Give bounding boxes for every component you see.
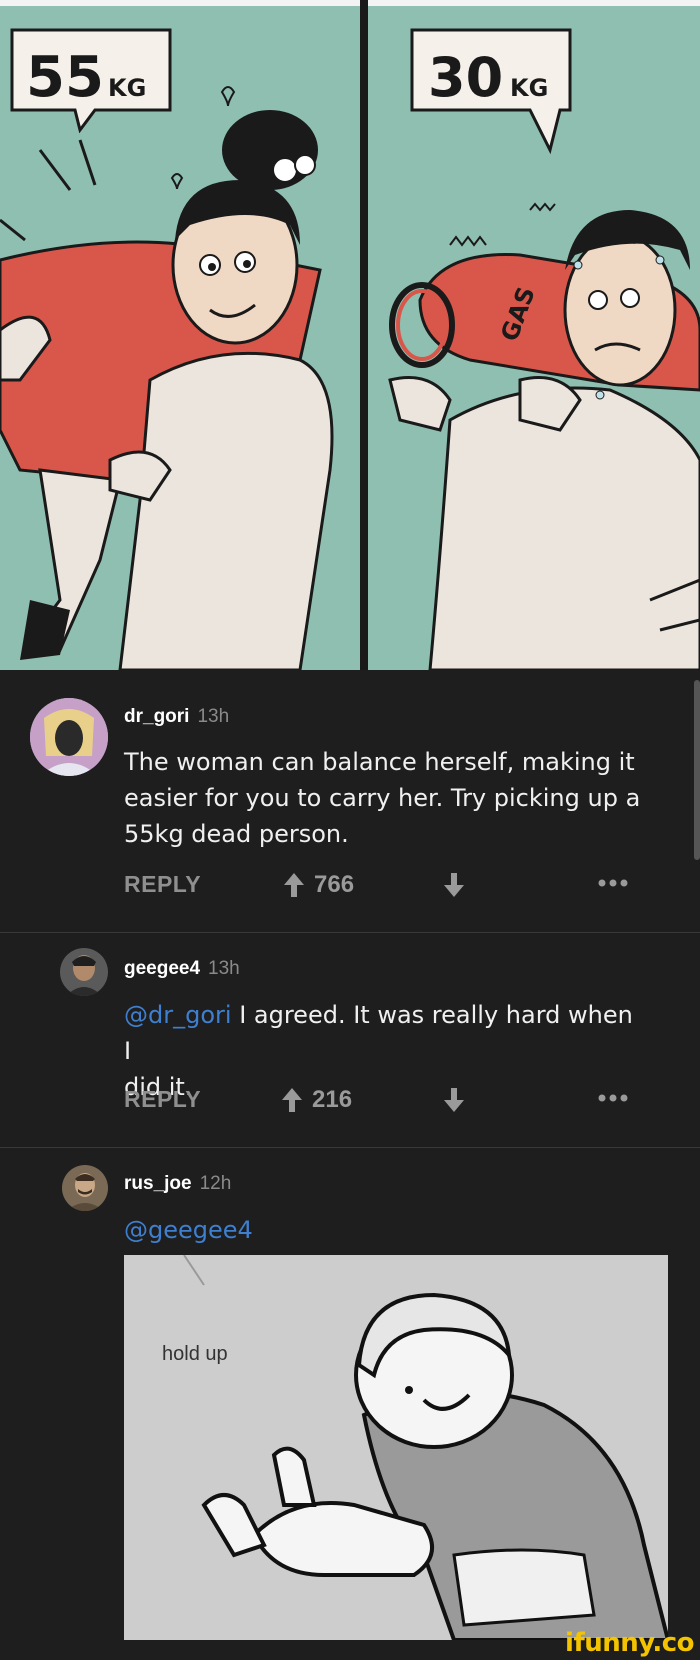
upvote-count: 766 [314, 871, 355, 898]
comment-text: @geegee4 [124, 1212, 644, 1248]
comment-header: dr_gori 13h [124, 706, 229, 728]
comment-header: geegee4 13h [124, 958, 240, 980]
comment-actions: REPLY 216 [124, 1086, 644, 1126]
avatar[interactable] [30, 698, 108, 776]
more-options-button[interactable] [598, 871, 628, 901]
avatar[interactable] [60, 948, 108, 996]
downvote-button[interactable] [444, 1088, 464, 1117]
left-unit-text: KG [108, 74, 146, 102]
downvote-arrow-icon [444, 1088, 464, 1112]
username[interactable]: dr_gori [124, 706, 189, 727]
comment-text-line: easier for you to carry her. Try picking… [124, 784, 641, 812]
timestamp: 13h [208, 958, 240, 979]
comment-text-line: @dr_gori I agreed. It was really hard wh… [124, 997, 644, 1069]
upvote-arrow-icon [282, 1088, 302, 1112]
more-dots-icon [598, 1094, 628, 1102]
comment-divider [0, 1147, 700, 1148]
avatar-image [30, 698, 108, 776]
comment-actions: REPLY 766 [124, 871, 644, 911]
meme-image[interactable]: hold up [124, 1255, 668, 1640]
comment-divider [0, 932, 700, 933]
comic-drawing: 55 KG GAS 30 KG [0, 0, 700, 670]
username[interactable]: rus_joe [124, 1173, 192, 1194]
comic-image: 55 KG GAS 30 KG [0, 0, 700, 670]
mention-link[interactable]: @dr_gori [124, 1001, 232, 1029]
mention-link[interactable]: @geegee4 [124, 1216, 253, 1244]
scrollbar[interactable] [694, 680, 700, 860]
avatar-image [62, 1165, 108, 1211]
avatar-image [60, 948, 108, 996]
right-unit-text: KG [510, 74, 548, 102]
avatar[interactable] [62, 1165, 108, 1211]
username[interactable]: geegee4 [124, 958, 200, 979]
meme-caption: hold up [162, 1343, 228, 1365]
watermark-logo: ifunny.co [565, 1628, 694, 1658]
reply-button[interactable]: REPLY [124, 1086, 201, 1113]
comment-text-line: The woman can balance herself, making it [124, 748, 635, 776]
left-weight-text: 55 [26, 45, 104, 110]
comment-text: The woman can balance herself, making it… [124, 744, 644, 852]
upvote-button[interactable]: 216 [282, 1086, 352, 1114]
downvote-button[interactable] [444, 873, 464, 902]
timestamp: 12h [199, 1173, 232, 1194]
more-dots-icon [598, 879, 628, 887]
upvote-arrow-icon [284, 873, 304, 897]
comment-text-line: 55kg dead person. [124, 820, 349, 848]
meme-drawing [124, 1255, 668, 1640]
upvote-count: 216 [312, 1086, 353, 1113]
more-options-button[interactable] [598, 1086, 628, 1116]
comment-header: rus_joe 12h [124, 1173, 231, 1195]
downvote-arrow-icon [444, 873, 464, 897]
timestamp: 13h [197, 706, 230, 727]
reply-button[interactable]: REPLY [124, 871, 201, 898]
upvote-button[interactable]: 766 [284, 871, 354, 899]
right-weight-text: 30 [428, 46, 503, 109]
